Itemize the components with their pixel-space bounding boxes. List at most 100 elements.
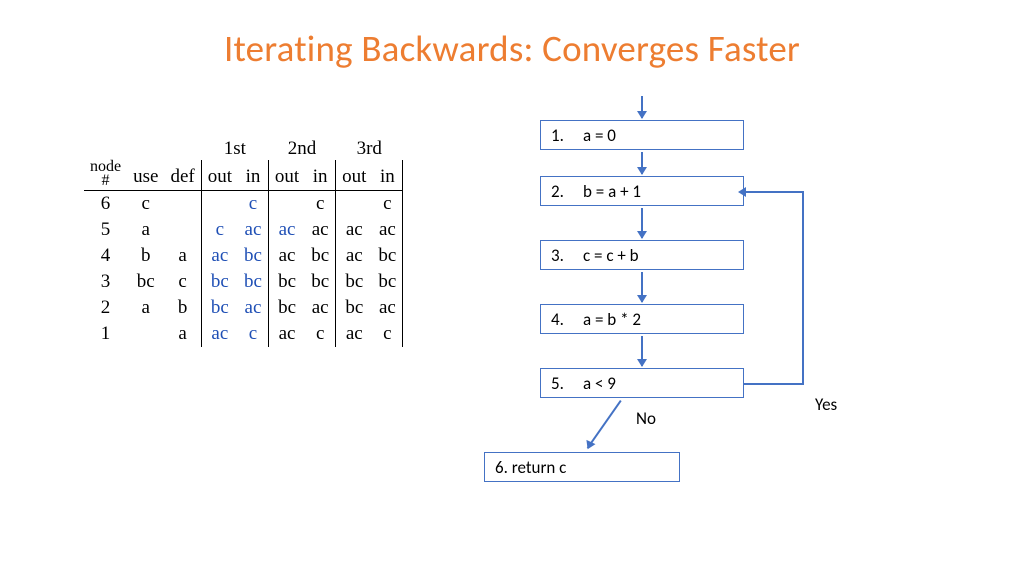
flow-text-6: 6. return c xyxy=(495,457,566,478)
slide-title: Iterating Backwards: Converges Faster xyxy=(0,26,1024,71)
flow-node-3: 3. c = c + b xyxy=(540,240,744,270)
table-cell: bc xyxy=(372,243,402,269)
table-cell xyxy=(201,191,238,218)
iter-1-header: 1st xyxy=(201,136,268,160)
table-cell: c xyxy=(372,321,402,347)
table-cell: bc xyxy=(201,269,238,295)
flow-num-1: 1. xyxy=(551,125,583,146)
table-cell: bc xyxy=(238,243,268,269)
table-cell: ac xyxy=(238,217,268,243)
table-cell: bc xyxy=(305,243,335,269)
table-cell xyxy=(268,191,305,218)
table-cell: a xyxy=(164,243,201,269)
slide: Iterating Backwards: Converges Faster 1s… xyxy=(0,0,1024,576)
table-row: 5acacacacacac xyxy=(84,217,403,243)
table-cell: c xyxy=(164,269,201,295)
flow-num-3: 3. xyxy=(551,245,583,266)
table-cell: c xyxy=(201,217,238,243)
flow-text-3: c = c + b xyxy=(583,245,639,266)
col-in-1: in xyxy=(238,160,268,191)
table-cell: bc xyxy=(372,269,402,295)
arrow-entry xyxy=(641,96,643,118)
table-cell: c xyxy=(238,191,268,218)
col-out-1: out xyxy=(201,160,238,191)
flow-node-1: 1. a = 0 xyxy=(540,120,744,150)
table-cell: c xyxy=(305,321,335,347)
table-cell: ac xyxy=(201,243,238,269)
table-cell: a xyxy=(164,321,201,347)
flow-text-1: a = 0 xyxy=(583,125,616,146)
table-row: 4baacbcacbcacbc xyxy=(84,243,403,269)
col-in-2: in xyxy=(305,160,335,191)
iter-2-header: 2nd xyxy=(268,136,335,160)
flow-node-4: 4. a = b * 2 xyxy=(540,304,744,334)
table-cell: ac xyxy=(372,295,402,321)
table-row: 2abbcacbcacbcac xyxy=(84,295,403,321)
table-cell xyxy=(164,217,201,243)
table-cell: 4 xyxy=(84,243,127,269)
table-row: 1aaccaccacc xyxy=(84,321,403,347)
loop-seg-2 xyxy=(802,191,804,385)
flow-node-5: 5. a < 9 xyxy=(540,368,744,398)
flow-num-2: 2. xyxy=(551,181,583,202)
table-cell: ac xyxy=(336,243,373,269)
table-cell: bc xyxy=(336,295,373,321)
table-cell: 1 xyxy=(84,321,127,347)
flow-node-2: 2. b = a + 1 xyxy=(540,176,744,206)
table-cell: ac xyxy=(201,321,238,347)
arrow-1-2 xyxy=(641,152,643,174)
flow-text-4: a = b * 2 xyxy=(583,309,641,330)
loop-seg-3 xyxy=(744,191,804,193)
table-cell: ac xyxy=(305,217,335,243)
table-header-columns: node# use def out in out in out in xyxy=(84,160,403,191)
arrow-3-4 xyxy=(641,272,643,302)
table-cell: c xyxy=(127,191,164,218)
table-cell xyxy=(336,191,373,218)
liveness-table: 1st 2nd 3rd node# use def out in out in … xyxy=(84,136,403,347)
table-header-iterations: 1st 2nd 3rd xyxy=(84,136,403,160)
table-cell: ac xyxy=(305,295,335,321)
label-yes: Yes xyxy=(815,394,837,415)
col-out-2: out xyxy=(268,160,305,191)
table-cell xyxy=(127,321,164,347)
loop-arrowhead xyxy=(738,187,746,197)
col-use: use xyxy=(127,160,164,191)
table-cell: 5 xyxy=(84,217,127,243)
label-no: No xyxy=(636,408,656,429)
table-cell: ac xyxy=(268,217,305,243)
table-row: 6cccc xyxy=(84,191,403,218)
flowchart: 1. a = 0 2. b = a + 1 3. c = c + b 4. a … xyxy=(540,96,980,556)
table-cell: c xyxy=(305,191,335,218)
table-cell: a xyxy=(127,217,164,243)
arrow-4-5 xyxy=(641,336,643,366)
table-cell: 2 xyxy=(84,295,127,321)
table-cell: a xyxy=(127,295,164,321)
col-in-3: in xyxy=(372,160,402,191)
table-cell: ac xyxy=(336,321,373,347)
col-out-3: out xyxy=(336,160,373,191)
table-cell: bc xyxy=(238,269,268,295)
table-cell: bc xyxy=(127,269,164,295)
arrow-2-3 xyxy=(641,208,643,238)
table-cell: ac xyxy=(336,217,373,243)
table-cell: c xyxy=(372,191,402,218)
table-cell: bc xyxy=(201,295,238,321)
flow-text-2: b = a + 1 xyxy=(583,181,641,202)
loop-seg-1 xyxy=(744,383,804,385)
table-cell: 3 xyxy=(84,269,127,295)
table-cell: b xyxy=(127,243,164,269)
col-node: node# xyxy=(90,160,121,188)
table-cell: b xyxy=(164,295,201,321)
flow-num-5: 5. xyxy=(551,373,583,394)
flow-text-5: a < 9 xyxy=(583,373,616,394)
arrow-5-6 xyxy=(587,400,622,449)
table-cell: ac xyxy=(268,321,305,347)
table-cell: bc xyxy=(336,269,373,295)
table-cell: bc xyxy=(305,269,335,295)
table-cell: bc xyxy=(268,269,305,295)
table-cell xyxy=(164,191,201,218)
iter-3-header: 3rd xyxy=(336,136,403,160)
flow-num-4: 4. xyxy=(551,309,583,330)
table-cell: ac xyxy=(238,295,268,321)
table-cell: ac xyxy=(372,217,402,243)
